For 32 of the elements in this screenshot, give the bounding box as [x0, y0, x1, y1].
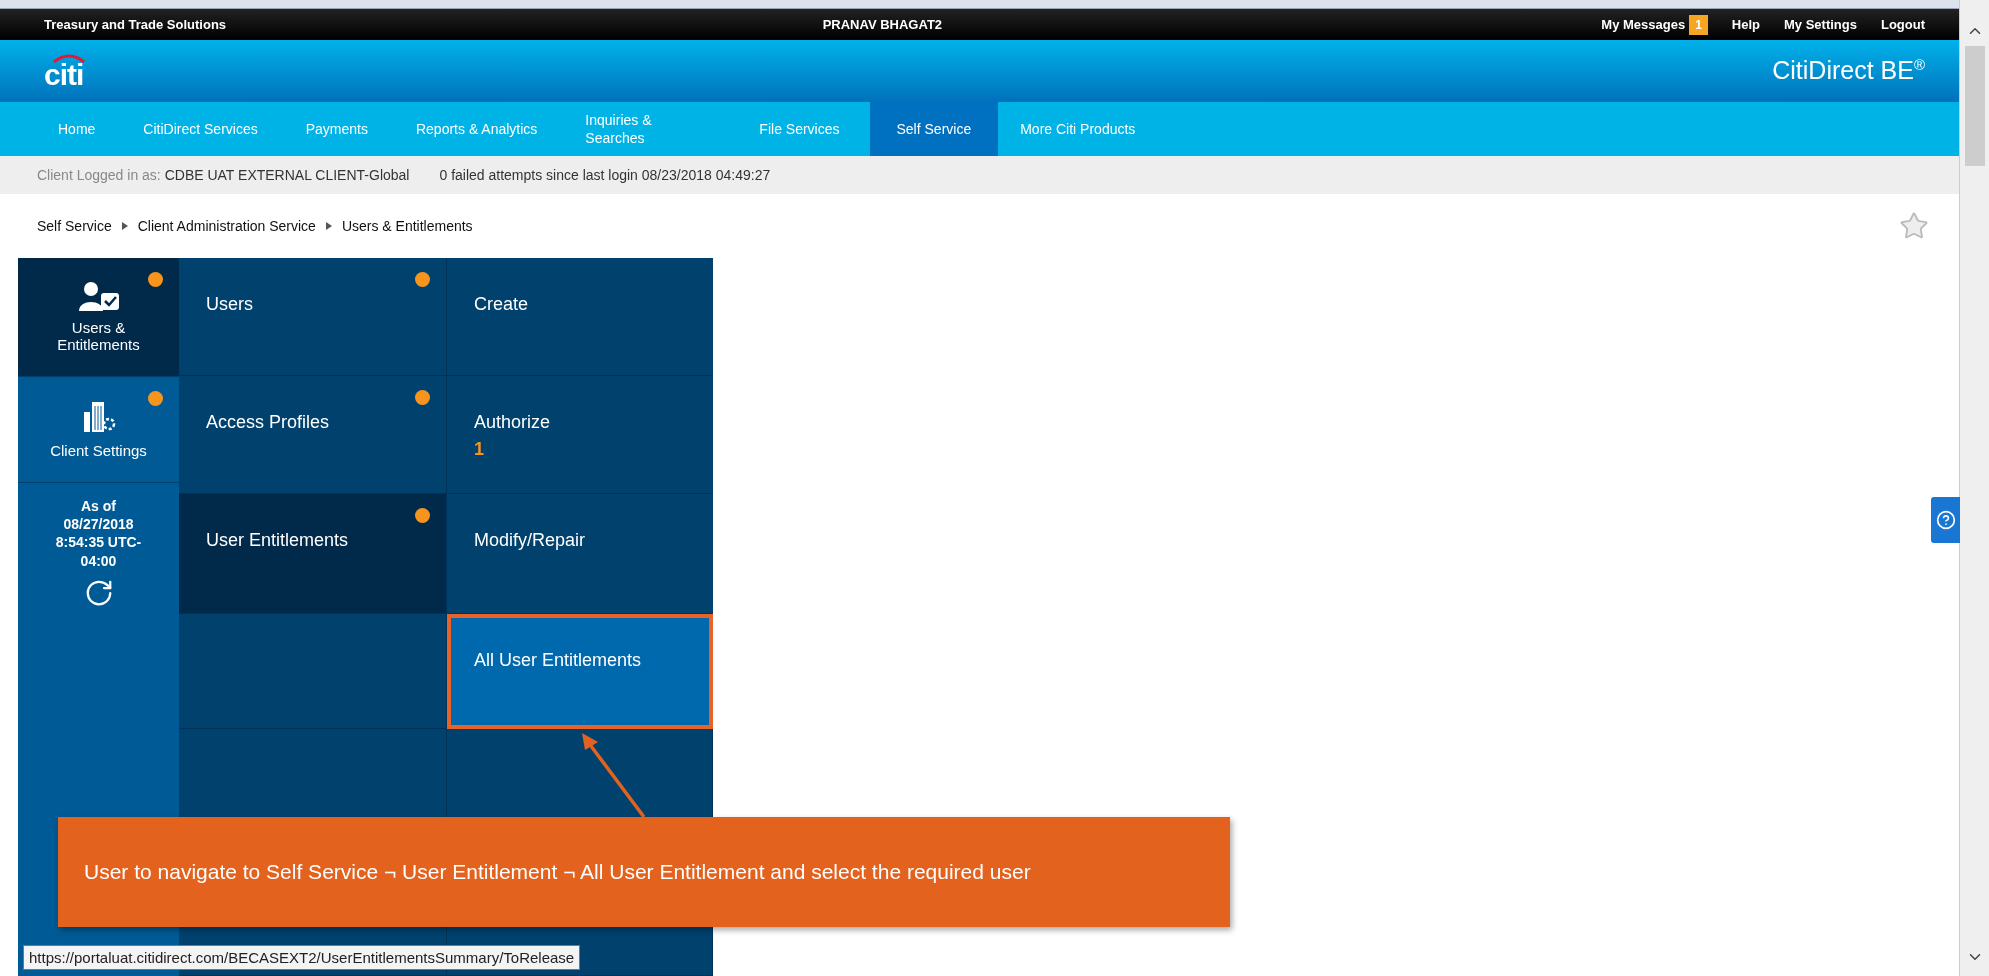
product-name: CitiDirect BE$^{®}$: [1772, 56, 1925, 86]
message-count-badge: 1: [1689, 14, 1708, 35]
top-link[interactable]: Help: [1731, 17, 1760, 32]
side-tile[interactable]: Users & Entitlements: [18, 258, 179, 377]
brand-label: Treasury and Trade Solutions: [44, 17, 228, 32]
building-icon: [81, 400, 116, 434]
menu-tile[interactable]: Users: [179, 258, 447, 376]
help-button[interactable]: [1931, 497, 1960, 543]
help-icon: [1935, 510, 1956, 530]
user-check-icon: [76, 281, 121, 311]
breadcrumb-link[interactable]: Users & Entitlements: [341, 218, 473, 234]
timestamp: As of 08/27/2018 8:54:35 UTC- 04:00: [55, 497, 142, 570]
top-link[interactable]: My Settings: [1784, 17, 1857, 32]
count: 1: [474, 439, 485, 460]
login-info: Client Logged in as: CDBE UAT EXTERNAL CLIENT-Global: [37, 167, 410, 183]
menu-tile[interactable]: User Entitlements: [179, 494, 447, 614]
instruction-callout: User to navigate to Self Service ¬ User Entitlement ¬ All User Entitlement and select the required user: [58, 817, 1230, 927]
caret-icon: [121, 222, 128, 230]
status-url: https://portaluat.citidirect.com/BECASEXT2/UserEntitlementsSummary/ToRelease: [23, 945, 581, 970]
scrollbar-thumb[interactable]: [1964, 46, 1985, 166]
menu-tile[interactable]: All User Entitlements: [447, 614, 713, 729]
login-attempts: 0 failed attempts since last login 08/23/2018 04:49:27: [439, 167, 771, 183]
user-name: PRANAV BHAGAT2: [822, 17, 944, 32]
menu-tile[interactable]: Access Profiles: [179, 376, 447, 494]
breadcrumb-link[interactable]: Self Service: [37, 218, 112, 234]
star-icon[interactable]: [1899, 211, 1929, 241]
nav-tab[interactable]: Self Service: [869, 102, 999, 156]
top-link[interactable]: Logout: [1880, 17, 1925, 32]
breadcrumb-link[interactable]: Client Administration Service: [137, 218, 316, 234]
caret-icon: [325, 222, 332, 230]
top-link[interactable]: My Messages 1: [1601, 14, 1708, 35]
logo: citi: [44, 52, 84, 90]
